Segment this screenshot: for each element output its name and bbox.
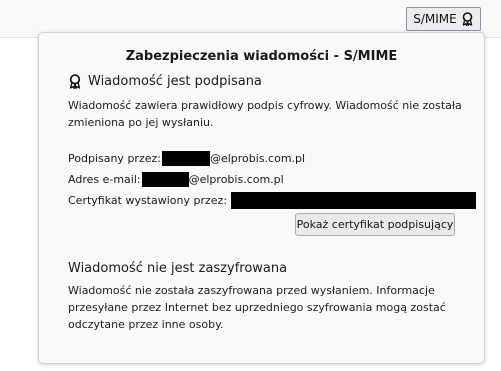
ribbon-seal-icon <box>68 74 82 89</box>
redacted-signer-name <box>161 150 210 166</box>
encryption-description-line: odczytane przez inne osoby. <box>68 318 224 331</box>
panel-title: Zabezpieczenia wiadomości - S/MIME <box>125 49 398 64</box>
signed-by-domain: @elprobis.com.pl <box>209 151 306 165</box>
email-domain: @elprobis.com.pl <box>188 172 284 186</box>
signature-heading-text: Wiadomość jest podpisana <box>88 74 262 89</box>
smime-button-label: S/MIME <box>413 12 457 26</box>
signed-by-row: Podpisany przez: @elprobis.com.pl <box>68 150 305 166</box>
encryption-description-line: przesyłane przez Internet bez uprzednieg… <box>68 301 446 314</box>
show-signing-certificate-button[interactable]: Pokaż certyfikat podpisujący <box>295 213 455 236</box>
smime-status-button[interactable]: S/MIME <box>406 7 481 31</box>
email-label: Adres e-mail: <box>68 172 141 186</box>
encryption-status-heading: Wiadomość nie jest zaszyfrowana <box>68 261 287 276</box>
redacted-email-user <box>141 171 189 187</box>
signature-description-line: Wiadomość zawiera prawidłowy podpis cyfr… <box>68 99 462 112</box>
signature-status-heading: Wiadomość jest podpisana <box>68 74 262 89</box>
signed-by-label: Podpisany przez: <box>68 151 161 165</box>
signature-description-line: zmieniona po jej wysłaniu. <box>68 116 214 129</box>
encryption-description: Wiadomość nie została zaszyfrowana przed… <box>68 282 446 333</box>
encryption-heading-text: Wiadomość nie jest zaszyfrowana <box>68 261 288 276</box>
issuer-row: Certyfikat wystawiony przez: <box>68 191 477 209</box>
redacted-issuer <box>231 191 477 209</box>
encryption-description-line: Wiadomość nie została zaszyfrowana przed… <box>68 284 435 297</box>
smime-security-panel: Zabezpieczenia wiadomości - S/MIME Wiado… <box>38 32 485 364</box>
ribbon-seal-icon <box>461 12 474 26</box>
issuer-label: Certyfikat wystawiony przez: <box>68 193 228 207</box>
signature-description: Wiadomość zawiera prawidłowy podpis cyfr… <box>68 97 462 131</box>
email-row: Adres e-mail: @elprobis.com.pl <box>68 171 284 187</box>
